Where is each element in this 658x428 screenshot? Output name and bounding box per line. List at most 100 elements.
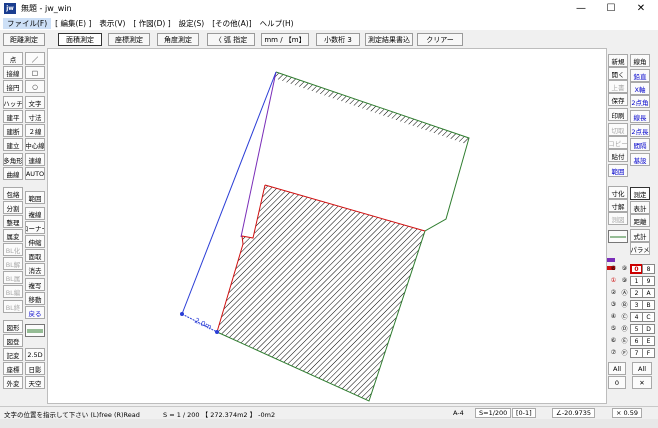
- tool-move[interactable]: 移動: [25, 292, 45, 305]
- tool-two-point-angle[interactable]: 2点角: [630, 95, 650, 108]
- layer-b[interactable]: B: [642, 300, 655, 310]
- status-angle[interactable]: ∠-20.9735: [552, 408, 596, 418]
- tool-2-5d[interactable]: 2.5D: [25, 348, 45, 361]
- line-color-swatch[interactable]: [608, 230, 628, 243]
- tool-figure[interactable]: 図形: [3, 320, 23, 333]
- menu-settings[interactable]: 設定(S): [175, 18, 209, 29]
- menu-edit[interactable]: [ 編集(E) ]: [51, 18, 95, 29]
- tool-sky[interactable]: 天空: [25, 376, 45, 389]
- layer-d[interactable]: D: [642, 324, 655, 334]
- tool-circle[interactable]: ○: [25, 80, 45, 93]
- layer-group-d[interactable]: Ⓓ: [619, 323, 630, 333]
- drawing-canvas[interactable]: 2.0m: [47, 48, 607, 404]
- tool-formula-calc[interactable]: 式計: [630, 229, 650, 242]
- tool-figure-register[interactable]: 図登: [3, 334, 23, 347]
- layer-group-9[interactable]: ⑨: [619, 263, 630, 273]
- line-style-swatch[interactable]: [25, 324, 45, 337]
- distance-measure-button[interactable]: 距離測定: [3, 33, 45, 46]
- tool-measure[interactable]: 測定: [630, 187, 650, 200]
- overwrite-button[interactable]: 上書: [608, 80, 628, 93]
- tool-polygon[interactable]: 多角形: [3, 153, 23, 166]
- layer-group-f[interactable]: Ⓕ: [619, 347, 630, 357]
- tool-block-end[interactable]: BL終: [3, 300, 23, 313]
- layer-group-b[interactable]: Ⓑ: [619, 299, 630, 309]
- write-result-button[interactable]: 測定結果書込: [365, 33, 413, 46]
- status-paper-size[interactable]: A-4: [453, 409, 464, 417]
- all-layers-button[interactable]: All: [632, 362, 652, 375]
- tool-external-change[interactable]: 外変: [3, 376, 23, 389]
- tool-double-line[interactable]: ２線: [25, 124, 45, 137]
- layer-e[interactable]: E: [642, 336, 655, 346]
- layer-group-1[interactable]: ①: [608, 275, 619, 285]
- tool-continuous-line[interactable]: 連線: [25, 153, 45, 166]
- dimension-convert-button[interactable]: 寸化: [608, 186, 628, 199]
- tool-dimension[interactable]: 寸法: [25, 110, 45, 123]
- tool-envelope[interactable]: 包絡: [3, 187, 23, 200]
- menu-view[interactable]: 表示(V): [95, 18, 129, 29]
- coordinate-measure-button[interactable]: 座標測定: [108, 33, 150, 46]
- layer-9[interactable]: 9: [642, 276, 655, 286]
- area-measure-button[interactable]: 面積測定: [58, 33, 102, 46]
- tool-shadow[interactable]: 日影: [25, 362, 45, 375]
- tool-center-line[interactable]: 中心線: [25, 138, 45, 151]
- tool-symbol-change[interactable]: 記変: [3, 348, 23, 361]
- tool-block-dissolve[interactable]: BL解: [3, 257, 23, 270]
- tool-attribute-change[interactable]: 属変: [3, 229, 23, 242]
- layer-group-e[interactable]: Ⓔ: [619, 335, 630, 345]
- status-layer[interactable]: [0-1]: [512, 408, 536, 418]
- tool-block-attribute[interactable]: BL属: [3, 271, 23, 284]
- layer-8[interactable]: 8: [642, 264, 655, 274]
- status-scale[interactable]: S=1/200: [475, 408, 512, 418]
- cut-button[interactable]: 切取: [608, 123, 628, 136]
- undo-button[interactable]: 戻る: [25, 306, 45, 319]
- layer-a[interactable]: A: [642, 288, 655, 298]
- tool-building-section[interactable]: 建断: [3, 124, 23, 137]
- menu-draw[interactable]: [ 作図(D) ]: [129, 18, 174, 29]
- tool-auto[interactable]: AUTO: [25, 167, 45, 180]
- layer-f[interactable]: F: [642, 348, 655, 358]
- tool-stretch[interactable]: 伸縮: [25, 235, 45, 248]
- tool-block-create[interactable]: BL化: [3, 243, 23, 256]
- tool-tangent-line[interactable]: 接線: [3, 66, 23, 79]
- file-new-button[interactable]: 新規: [608, 54, 628, 67]
- tool-building-elevation[interactable]: 建立: [3, 138, 23, 151]
- menu-file[interactable]: ファイル(F): [3, 18, 52, 29]
- layer-c[interactable]: C: [642, 312, 655, 322]
- tool-text[interactable]: 文字: [25, 96, 45, 109]
- layer-group-5[interactable]: ⑤: [608, 323, 619, 333]
- paste-button[interactable]: 貼付: [608, 149, 628, 162]
- range-select-button[interactable]: 範囲: [608, 164, 628, 177]
- copy-button[interactable]: コピー: [608, 136, 628, 149]
- dimension-dissolve-button[interactable]: 寸解: [608, 199, 628, 212]
- layer-group-zero-button[interactable]: 0: [608, 376, 626, 389]
- tool-chamfer[interactable]: 面取: [25, 249, 45, 262]
- tool-line-length[interactable]: 線長: [630, 110, 650, 123]
- file-open-button[interactable]: 開く: [608, 67, 628, 80]
- print-button[interactable]: 印刷: [608, 108, 628, 121]
- tool-tangent-circle[interactable]: 接円: [3, 80, 23, 93]
- tool-organize[interactable]: 整理: [3, 215, 23, 228]
- tool-two-point-length[interactable]: 2点長: [630, 124, 650, 137]
- save-button[interactable]: 保存: [608, 93, 628, 106]
- all-layer-groups-button[interactable]: All: [608, 362, 626, 375]
- layer-group-a[interactable]: Ⓐ: [619, 287, 630, 297]
- layer-cross-button[interactable]: ✕: [632, 376, 652, 389]
- tool-distance[interactable]: 距離: [630, 214, 650, 227]
- tool-offset[interactable]: 複線: [25, 207, 45, 220]
- decimal-places-button[interactable]: 小数桁 3: [316, 33, 360, 46]
- unit-toggle-button[interactable]: mm / 【m】: [261, 33, 309, 46]
- layer-group-2[interactable]: ②: [608, 287, 619, 297]
- menu-other[interactable]: [その他(A)]: [208, 18, 255, 29]
- maximize-button[interactable]: ☐: [596, 0, 626, 17]
- layer-group-3[interactable]: ③: [608, 299, 619, 309]
- arc-specify-button[interactable]: 〈 弧 指定: [207, 33, 255, 46]
- tool-hatch[interactable]: ハッチ: [3, 96, 23, 109]
- tool-rectangle[interactable]: □: [25, 66, 45, 79]
- angle-measure-button[interactable]: 角度測定: [157, 33, 199, 46]
- tool-coordinates[interactable]: 座標: [3, 362, 23, 375]
- tool-line-angle[interactable]: 線角: [630, 54, 650, 67]
- clear-button[interactable]: クリアー: [417, 33, 463, 46]
- measure-figure-button[interactable]: 測図: [608, 212, 628, 225]
- layer-group-6[interactable]: ⑥: [608, 335, 619, 345]
- tool-erase[interactable]: 消去: [25, 263, 45, 276]
